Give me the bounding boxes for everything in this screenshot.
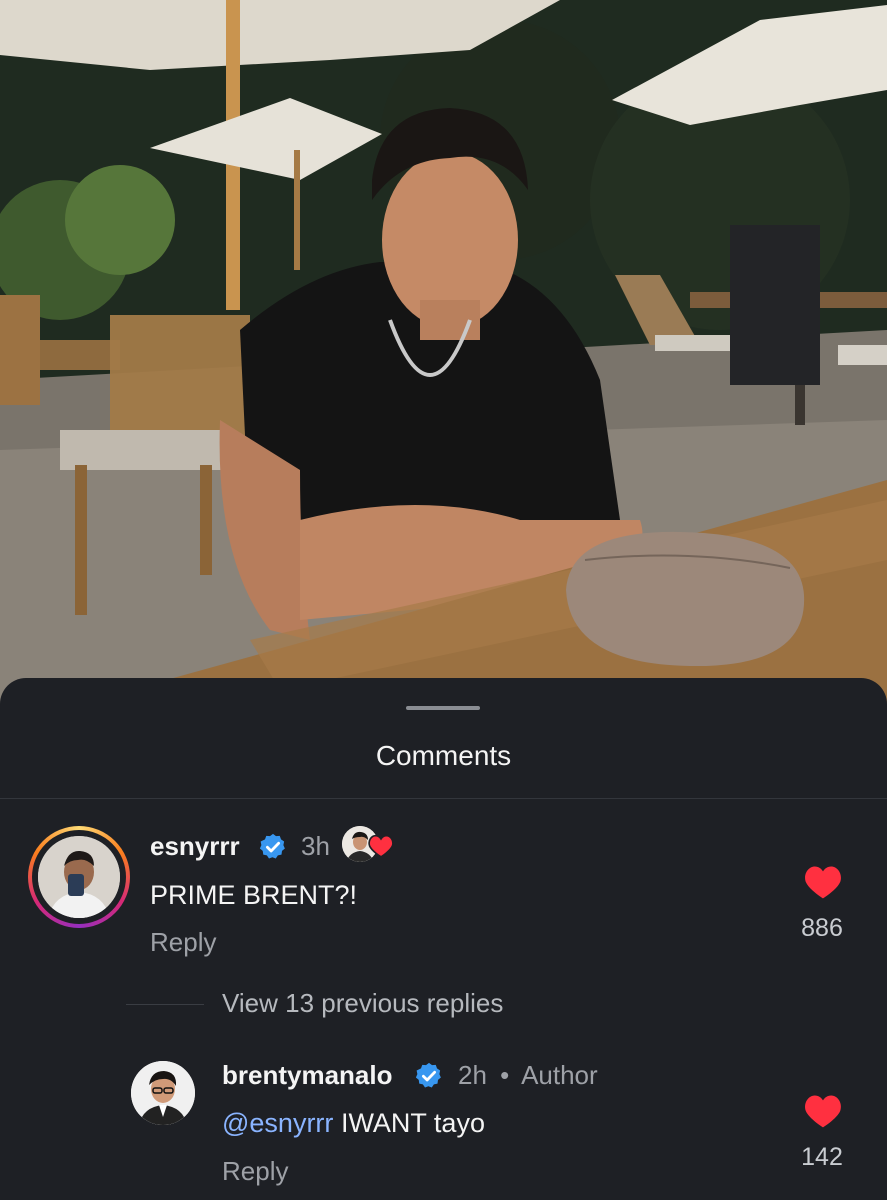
like-count: 886 — [801, 914, 843, 942]
post-photo-illustration — [0, 0, 887, 720]
author-liked-heart-icon — [368, 834, 394, 858]
reply-button[interactable]: Reply — [150, 927, 216, 958]
reply-username[interactable]: brentymanalo — [222, 1060, 393, 1091]
heart-icon[interactable] — [803, 864, 843, 900]
view-replies-button[interactable]: View 13 previous replies — [222, 988, 503, 1019]
sheet-title: Comments — [375, 740, 512, 771]
reply-text: @esnyrrr IWANT tayo — [222, 1108, 485, 1139]
thread-line — [126, 1004, 204, 1005]
heart-icon[interactable] — [803, 1093, 843, 1129]
avatar[interactable] — [38, 836, 120, 918]
mention-link[interactable]: @esnyrrr — [222, 1108, 333, 1138]
comment-username[interactable]: esnyrrr — [150, 831, 240, 862]
verified-badge-icon — [259, 833, 285, 859]
separator-dot: • — [500, 1060, 510, 1090]
verified-badge-icon — [415, 1062, 441, 1088]
like-count: 142 — [801, 1143, 843, 1171]
author-tag: Author — [521, 1060, 598, 1090]
comment-text: PRIME BRENT?! — [150, 880, 358, 910]
divider — [0, 798, 887, 799]
reply-button[interactable]: Reply — [222, 1156, 288, 1187]
drag-handle-icon[interactable] — [406, 706, 480, 710]
reply-body: IWANT tayo — [340, 1108, 485, 1138]
reply-time: 2h • Author — [458, 1060, 598, 1091]
post-photo — [0, 0, 887, 720]
avatar[interactable] — [131, 1061, 195, 1125]
reply-time-value: 2h — [458, 1060, 487, 1090]
comment-time: 3h — [301, 831, 330, 861]
